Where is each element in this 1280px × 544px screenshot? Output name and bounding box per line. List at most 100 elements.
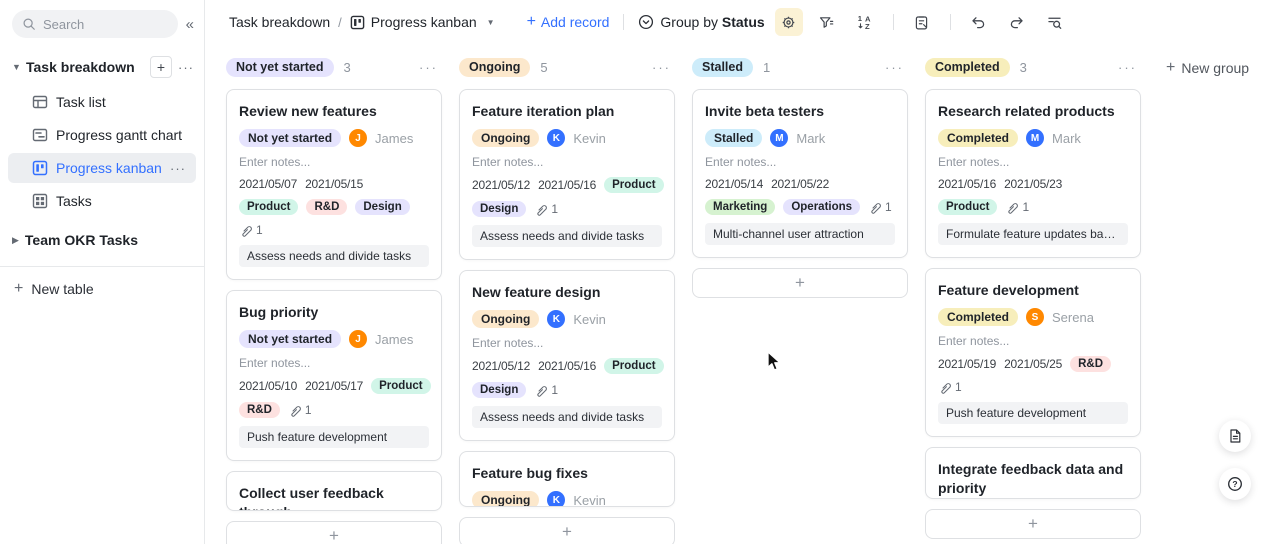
notes-placeholder[interactable]: Enter notes...: [472, 155, 662, 169]
notes-placeholder[interactable]: Enter notes...: [938, 155, 1128, 169]
linked-record-chip: Assess needs and divide tasks: [239, 245, 429, 267]
kanban-card[interactable]: Review new featuresNot yet startedJJames…: [226, 89, 442, 280]
card-field-row: Design 1: [472, 382, 662, 398]
circle-chevron-icon: [638, 14, 654, 30]
sidebar-section-team-okr[interactable]: ▶ Team OKR Tasks: [0, 224, 204, 256]
filter-button[interactable]: [813, 8, 841, 36]
paperclip-icon: [239, 224, 252, 237]
undo-button[interactable]: [965, 8, 993, 36]
kanban-card[interactable]: Research related productsCompletedMMarkE…: [925, 89, 1141, 258]
notes-placeholder[interactable]: Enter notes...: [472, 336, 662, 350]
kanban-column: Completed 3 ··· Research related productsCo…: [925, 56, 1141, 539]
card-field-row: 2021/05/122021/05/16Product: [472, 177, 662, 193]
sidebar-item-progress-kanban[interactable]: Progress kanban ···: [8, 153, 196, 183]
section-label: Team OKR Tasks: [25, 232, 138, 248]
column-more-icon[interactable]: ···: [419, 60, 442, 75]
column-status-badge[interactable]: Stalled: [692, 58, 753, 77]
linked-record-chip: Formulate feature updates base...: [938, 223, 1128, 245]
add-card-button[interactable]: +: [925, 509, 1141, 539]
add-card-button[interactable]: +: [226, 521, 442, 544]
assignee-name: Mark: [796, 131, 825, 146]
redo-button[interactable]: [1003, 8, 1031, 36]
toolbar-divider: [623, 14, 624, 30]
kanban-card[interactable]: Feature bug fixesOngoingKKevin: [459, 451, 675, 507]
card-field-row: 2021/05/142021/05/22: [705, 177, 895, 191]
card-title: Collect user feedback through: [239, 484, 429, 511]
new-group-label: New group: [1181, 60, 1249, 76]
assignee-name: Serena: [1052, 310, 1094, 325]
column-status-badge[interactable]: Completed: [925, 58, 1010, 77]
group-by-button[interactable]: Group by Status: [638, 14, 764, 30]
column-status-badge[interactable]: Not yet started: [226, 58, 334, 77]
add-view-button[interactable]: +: [150, 56, 172, 78]
column-count: 3: [1020, 60, 1027, 75]
kanban-card[interactable]: Integrate feedback data and priority: [925, 447, 1141, 499]
plus-icon: +: [1166, 59, 1175, 77]
card-status-row: OngoingKKevin: [472, 491, 662, 507]
mouse-cursor: [766, 351, 784, 373]
tag-badge: Design: [472, 382, 526, 398]
column-more-icon[interactable]: ···: [652, 60, 675, 75]
column-more-icon[interactable]: ···: [1118, 60, 1141, 75]
paperclip-icon: [534, 203, 547, 216]
kanban-card[interactable]: Feature iteration planOngoingKKevinEnter…: [459, 89, 675, 260]
card-status-badge: Ongoing: [472, 491, 539, 507]
sidebar-item-label: Progress gantt chart: [56, 127, 182, 143]
date-value: 2021/05/17: [305, 379, 363, 393]
form-record-float-button[interactable]: [1219, 420, 1251, 452]
assignee-avatar: K: [547, 491, 565, 507]
help-float-button[interactable]: ?: [1219, 468, 1251, 500]
new-table-button[interactable]: + New table: [0, 271, 204, 307]
svg-text:Z: Z: [865, 22, 870, 31]
collapse-sidebar-icon[interactable]: «: [186, 16, 194, 33]
column-more-icon[interactable]: ···: [885, 60, 908, 75]
attachment-field: 1: [938, 380, 962, 394]
attachment-field: 1: [534, 383, 558, 397]
new-group-button[interactable]: + New group: [1166, 56, 1249, 77]
notes-placeholder[interactable]: Enter notes...: [938, 334, 1128, 348]
kanban-view-icon: [350, 15, 365, 30]
card-status-row: CompletedSSerena: [938, 308, 1128, 326]
toolbar-divider: [950, 14, 951, 30]
notes-placeholder[interactable]: Enter notes...: [705, 155, 895, 169]
card-field-row: MarketingOperations1: [705, 199, 895, 215]
paperclip-icon: [1005, 201, 1018, 214]
view-more-icon[interactable]: ···: [170, 161, 186, 176]
paperclip-icon: [938, 381, 951, 394]
notes-placeholder[interactable]: Enter notes...: [239, 356, 429, 370]
kanban-card[interactable]: New feature designOngoingKKevinEnter not…: [459, 270, 675, 441]
view-switcher[interactable]: Progress kanban ▼: [350, 14, 495, 30]
card-field-row: ProductR&DDesign: [239, 199, 429, 215]
card-field-row: 1: [938, 380, 1128, 394]
kanban-card[interactable]: Bug priorityNot yet startedJJamesEnter n…: [226, 290, 442, 461]
sort-icon: 1AZ: [856, 13, 874, 31]
column-status-badge[interactable]: Ongoing: [459, 58, 530, 77]
add-record-button[interactable]: + Add record: [527, 13, 610, 31]
column-count: 5: [540, 60, 547, 75]
linked-record-chip: Push feature development: [239, 426, 429, 448]
attachment-count: 1: [256, 223, 263, 237]
form-button[interactable]: [908, 8, 936, 36]
add-card-button[interactable]: +: [692, 268, 908, 298]
section-label: Task breakdown: [26, 59, 150, 75]
search-input[interactable]: Search: [12, 10, 178, 38]
kanban-card[interactable]: Feature developmentCompletedSSerenaEnter…: [925, 268, 1141, 437]
sidebar-item-task-list[interactable]: Task list: [8, 87, 196, 117]
view-settings-button[interactable]: [775, 8, 803, 36]
sidebar-item-tasks[interactable]: Tasks: [8, 186, 196, 216]
notes-placeholder[interactable]: Enter notes...: [239, 155, 429, 169]
column-header: Completed 3 ···: [925, 56, 1141, 78]
kanban-column: Ongoing 5 ··· Feature iteration planOngoing…: [459, 56, 675, 544]
search-records-button[interactable]: [1041, 8, 1069, 36]
kanban-card[interactable]: Collect user feedback through: [226, 471, 442, 511]
kanban-card[interactable]: Invite beta testersStalledMMarkEnter not…: [692, 89, 908, 258]
sidebar-section-task-breakdown[interactable]: ▼ Task breakdown + ···: [0, 50, 204, 84]
add-card-button[interactable]: +: [459, 517, 675, 544]
breadcrumb-table[interactable]: Task breakdown: [229, 14, 330, 30]
section-more-icon[interactable]: ···: [178, 60, 194, 75]
card-status-row: Not yet startedJJames: [239, 129, 429, 147]
attachment-count: 1: [305, 403, 312, 417]
sidebar-item-progress-gantt[interactable]: Progress gantt chart: [8, 120, 196, 150]
tag-badge: Design: [472, 201, 526, 217]
sort-button[interactable]: 1AZ: [851, 8, 879, 36]
